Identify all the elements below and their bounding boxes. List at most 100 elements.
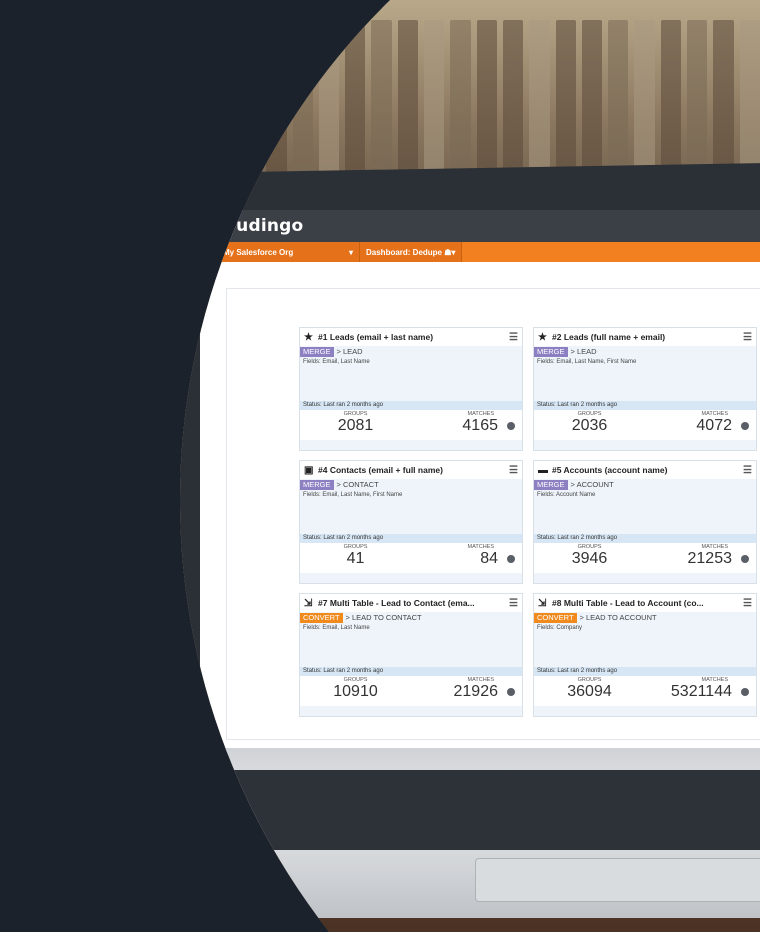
card-stats: GROUPS 2036 MATCHES 4072	[534, 410, 756, 440]
groups-stat[interactable]: GROUPS 2081	[300, 410, 411, 440]
card-stats: GROUPS 41 MATCHES 84	[300, 543, 522, 573]
groups-stat[interactable]: GROUPS 41	[300, 543, 411, 573]
rule-card[interactable]: ⇲ #8 Multi Table - Lead to Account (co..…	[533, 593, 757, 717]
contact-card-icon: ▣	[304, 464, 314, 476]
pie-chart-icon[interactable]	[741, 688, 749, 696]
card-stats: GROUPS 10910 MATCHES 21926	[300, 676, 522, 706]
action-badge: MERGE	[300, 479, 334, 490]
card-fields: Fields: Email, Last Name	[303, 625, 370, 631]
card-status: Status: Last ran 2 months ago	[300, 667, 522, 676]
dashboard-canvas: ★ #1 Leads (email + last name) ☰ MERGE >…	[226, 288, 760, 740]
card-stats: GROUPS 36094 MATCHES 5321144	[534, 676, 756, 706]
card-status: Status: Last ran 2 months ago	[534, 401, 756, 410]
app-toolbar: ◫ My Salesforce Org ▾ Dashboard: Dedupe …	[200, 242, 760, 262]
groups-value: 41	[346, 550, 365, 567]
card-fields: Fields: Email, Last Name, First Name	[303, 492, 403, 498]
card-header: ★ #2 Leads (full name + email) ☰	[534, 328, 756, 346]
app-titlebar: cloudingo	[200, 210, 760, 242]
groups-stat[interactable]: GROUPS 3946	[534, 543, 645, 573]
action-target: > LEAD TO CONTACT	[345, 613, 422, 622]
card-title[interactable]: #4 Contacts (email + full name)	[318, 465, 509, 475]
matches-stat[interactable]: MATCHES 5321144	[645, 676, 756, 706]
card-status: Status: Last ran 2 months ago	[534, 667, 756, 676]
hamburger-menu-icon[interactable]: ☰	[743, 332, 752, 343]
matches-stat[interactable]: MATCHES 21253	[645, 543, 756, 573]
background-photo: cloudingo ◫ My Salesforce Org ▾ Dashboar…	[180, 0, 760, 932]
card-action: CONVERT > LEAD TO CONTACT	[300, 612, 522, 623]
trackpad	[475, 858, 760, 902]
card-fields: Fields: Email, Last Name	[303, 359, 370, 365]
card-header: ⇲ #7 Multi Table - Lead to Contact (ema.…	[300, 594, 522, 612]
org-selector[interactable]: My Salesforce Org ▾	[217, 242, 360, 262]
card-action: MERGE > CONTACT	[300, 479, 522, 490]
hamburger-menu-icon[interactable]: ☰	[743, 465, 752, 476]
action-target: > LEAD TO ACCOUNT	[579, 613, 657, 622]
hamburger-menu-icon[interactable]: ☰	[509, 598, 518, 609]
rule-card[interactable]: ▣ #4 Contacts (email + full name) ☰ MERG…	[299, 460, 523, 584]
card-title[interactable]: #1 Leads (email + last name)	[318, 332, 509, 342]
matches-value: 21926	[453, 683, 499, 700]
rule-card[interactable]: ★ #2 Leads (full name + email) ☰ MERGE >…	[533, 327, 757, 451]
groups-value: 2081	[337, 417, 374, 434]
card-status: Status: Last ran 2 months ago	[300, 401, 522, 410]
card-title[interactable]: #2 Leads (full name + email)	[552, 332, 743, 342]
groups-value: 3946	[571, 550, 608, 567]
card-fields: Fields: Email, Last Name, First Name	[537, 359, 637, 365]
card-action: MERGE > LEAD	[534, 346, 756, 357]
pie-chart-icon[interactable]	[741, 422, 749, 430]
groups-stat[interactable]: GROUPS 36094	[534, 676, 645, 706]
matches-value: 4072	[696, 417, 732, 434]
chevron-down-icon: ▾	[348, 247, 353, 257]
hamburger-menu-icon[interactable]: ☰	[509, 332, 518, 343]
dashboard-selector[interactable]: Dashboard: Dedupe ☗ ▾	[360, 242, 463, 262]
chevron-down-icon: ▾	[451, 247, 456, 257]
sidebar-toggle-icon[interactable]: ◫	[200, 242, 217, 262]
action-target: > LEAD	[570, 347, 597, 356]
card-header: ★ #1 Leads (email + last name) ☰	[300, 328, 522, 346]
action-badge: MERGE	[534, 346, 568, 357]
groups-stat[interactable]: GROUPS 2036	[534, 410, 645, 440]
star-icon: ★	[538, 331, 547, 343]
matches-stat[interactable]: MATCHES 4072	[645, 410, 756, 440]
groups-value: 36094	[567, 683, 612, 700]
card-stats: GROUPS 2081 MATCHES 4165	[300, 410, 522, 440]
folder-icon: ▬	[538, 464, 548, 476]
pie-chart-icon[interactable]	[507, 422, 515, 430]
card-header: ▬ #5 Accounts (account name) ☰	[534, 461, 756, 479]
hamburger-menu-icon[interactable]: ☰	[743, 598, 752, 609]
pie-chart-icon[interactable]	[507, 555, 515, 563]
multi-table-icon: ⇲	[304, 597, 313, 609]
card-fields: Fields: Account Name	[537, 492, 596, 498]
multi-table-icon: ⇲	[538, 597, 547, 609]
card-title[interactable]: #5 Accounts (account name)	[552, 465, 743, 475]
action-badge: CONVERT	[300, 612, 343, 623]
pie-chart-icon[interactable]	[741, 555, 749, 563]
action-badge: MERGE	[300, 346, 334, 357]
card-action: MERGE > ACCOUNT	[534, 479, 756, 490]
matches-value: 4165	[462, 417, 498, 434]
rule-card[interactable]: ⇲ #7 Multi Table - Lead to Contact (ema.…	[299, 593, 523, 717]
action-target: > CONTACT	[336, 480, 379, 489]
user-group-icon: ☗	[442, 247, 452, 257]
card-header: ▣ #4 Contacts (email + full name) ☰	[300, 461, 522, 479]
action-target: > LEAD	[336, 347, 363, 356]
card-header: ⇲ #8 Multi Table - Lead to Account (co..…	[534, 594, 756, 612]
groups-stat[interactable]: GROUPS 10910	[300, 676, 411, 706]
action-badge: CONVERT	[534, 612, 577, 623]
rule-card[interactable]: ★ #1 Leads (email + last name) ☰ MERGE >…	[299, 327, 523, 451]
card-action: MERGE > LEAD	[300, 346, 522, 357]
groups-value: 10910	[333, 683, 378, 700]
laptop-screen: cloudingo ◫ My Salesforce Org ▾ Dashboar…	[200, 210, 760, 755]
keyboard	[230, 770, 760, 850]
pie-chart-icon[interactable]	[507, 688, 515, 696]
card-title[interactable]: #8 Multi Table - Lead to Account (co...	[552, 598, 743, 608]
groups-value: 2036	[571, 417, 608, 434]
star-icon: ★	[304, 331, 313, 343]
card-stats: GROUPS 3946 MATCHES 21253	[534, 543, 756, 573]
rule-card[interactable]: ▬ #5 Accounts (account name) ☰ MERGE > A…	[533, 460, 757, 584]
card-title[interactable]: #7 Multi Table - Lead to Contact (ema...	[318, 598, 509, 608]
matches-stat[interactable]: MATCHES 4165	[411, 410, 522, 440]
matches-stat[interactable]: MATCHES 21926	[411, 676, 522, 706]
hamburger-menu-icon[interactable]: ☰	[509, 465, 518, 476]
matches-stat[interactable]: MATCHES 84	[411, 543, 522, 573]
